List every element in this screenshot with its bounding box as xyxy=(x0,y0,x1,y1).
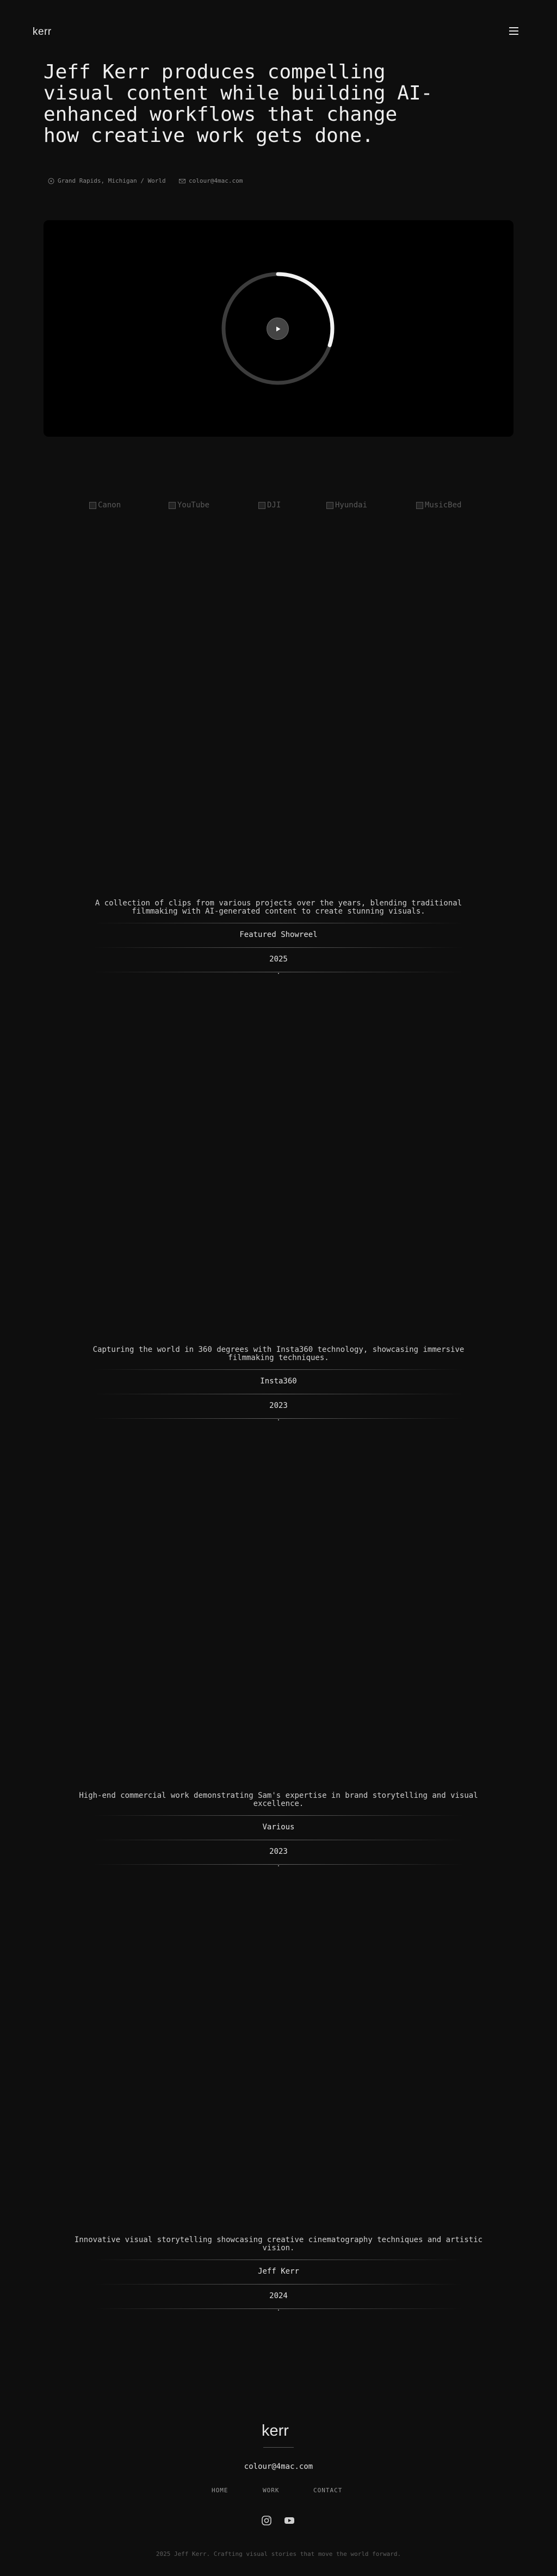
project-client: Featured Showreel xyxy=(239,930,318,939)
logo-dji: DJI xyxy=(258,501,281,510)
logo-alt-text: Hyundai xyxy=(335,501,368,510)
scroll-indicator xyxy=(278,1865,279,1866)
copyright-text: 2025 Jeff Kerr. Crafting visual stories … xyxy=(156,2550,401,2558)
project-description: Capturing the world in 360 degrees with … xyxy=(92,1345,465,1362)
hamburger-icon[interactable] xyxy=(509,27,518,35)
divider xyxy=(94,1418,463,1419)
play-icon xyxy=(276,326,280,331)
footer-nav-work[interactable]: WORK xyxy=(263,2487,280,2494)
divider xyxy=(94,1815,463,1816)
hero-headline: Jeff Kerr produces compelling visual con… xyxy=(44,61,433,147)
email-info[interactable]: colour@4mac.com xyxy=(179,177,243,184)
scroll-indicator xyxy=(278,2310,279,2311)
logo-youtube: YouTube xyxy=(169,501,209,510)
project-year: 2023 xyxy=(269,1847,288,1856)
location-pin-icon xyxy=(48,178,54,184)
logo-alt-text: DJI xyxy=(267,501,281,510)
broken-image-icon xyxy=(169,501,176,509)
scroll-indicator xyxy=(278,1419,279,1420)
divider xyxy=(94,2308,463,2309)
youtube-icon[interactable] xyxy=(284,2515,295,2526)
divider xyxy=(94,1864,463,1865)
divider xyxy=(94,1369,463,1370)
play-button[interactable] xyxy=(267,318,289,340)
broken-image-icon xyxy=(326,501,333,509)
project-year: 2023 xyxy=(269,1401,288,1410)
project-client: Insta360 xyxy=(260,1377,297,1386)
project-client: Various xyxy=(262,1823,295,1832)
footer-nav-contact[interactable]: CONTACT xyxy=(313,2487,342,2494)
broken-image-icon xyxy=(89,501,96,509)
project-description: High-end commercial work demonstrating S… xyxy=(79,1791,478,1808)
footer-email[interactable]: colour@4mac.com xyxy=(0,2462,557,2471)
location-text: Grand Rapids, Michigan / World xyxy=(58,177,166,184)
broken-image-icon xyxy=(258,501,265,509)
logo-alt-text: MusicBed xyxy=(425,501,462,510)
logo-musicbed: MusicBed xyxy=(416,501,461,510)
logo-hyundai: Hyundai xyxy=(326,501,367,510)
logo-alt-text: YouTube xyxy=(177,501,210,510)
project-description: A collection of clips from various proje… xyxy=(95,899,462,916)
site-logo[interactable]: kerr xyxy=(33,26,52,38)
project-description: Innovative visual storytelling showcasin… xyxy=(74,2236,483,2252)
instagram-icon[interactable] xyxy=(261,2515,272,2526)
logo-alt-text: Canon xyxy=(98,501,121,510)
project-year: 2024 xyxy=(269,2292,288,2300)
scroll-indicator xyxy=(278,973,279,974)
broken-image-icon xyxy=(416,501,423,509)
divider xyxy=(94,947,463,948)
footer-logo[interactable]: kerr xyxy=(262,2422,289,2440)
project-year: 2025 xyxy=(269,955,288,964)
mail-icon xyxy=(179,178,185,183)
divider xyxy=(94,2284,463,2285)
footer-divider xyxy=(263,2447,294,2448)
email-text[interactable]: colour@4mac.com xyxy=(189,177,243,184)
location-info: Grand Rapids, Michigan / World xyxy=(48,177,166,184)
footer-nav-home[interactable]: HOME xyxy=(212,2487,228,2494)
project-client: Jeff Kerr xyxy=(258,2267,299,2276)
logo-canon: Canon xyxy=(89,501,121,510)
